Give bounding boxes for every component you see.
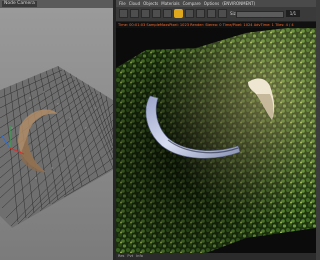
viewport-camera-label[interactable]: Node Camera bbox=[2, 1, 37, 7]
menu-compare[interactable]: Compare bbox=[183, 0, 201, 7]
foliage-terrain bbox=[116, 28, 316, 253]
tab-pvt[interactable]: Pvt bbox=[127, 253, 133, 260]
menu-cloud[interactable]: Cloud bbox=[129, 0, 140, 7]
play-button[interactable] bbox=[119, 9, 128, 18]
menu-objects[interactable]: Objects bbox=[143, 0, 158, 7]
render-window: File Cloud Objects Materials Compare Opt… bbox=[116, 0, 316, 260]
menu-file[interactable]: File bbox=[119, 0, 126, 7]
menu-environment[interactable]: (ENVIRONMENT) bbox=[222, 0, 255, 7]
render-toolbar: Size 1/1 bbox=[116, 7, 316, 22]
menu-options[interactable]: Options bbox=[204, 0, 219, 7]
pause-button[interactable] bbox=[141, 9, 150, 18]
settings-button[interactable] bbox=[207, 9, 216, 18]
tab-res[interactable]: Res bbox=[118, 253, 124, 260]
tab-info[interactable]: Info bbox=[136, 253, 143, 260]
restart-button[interactable] bbox=[130, 9, 139, 18]
region-button[interactable] bbox=[185, 9, 194, 18]
render-bottom-tabs: Res Pvt Info bbox=[116, 253, 316, 260]
lock-icon[interactable] bbox=[174, 9, 183, 18]
viewport-panel[interactable]: Node Camera bbox=[0, 0, 113, 260]
clay-mode-button[interactable] bbox=[196, 9, 205, 18]
size-slider[interactable] bbox=[236, 11, 284, 18]
save-button[interactable] bbox=[218, 9, 227, 18]
menu-materials[interactable]: Materials bbox=[161, 0, 179, 7]
render-output[interactable] bbox=[116, 28, 316, 253]
render-menubar: File Cloud Objects Materials Compare Opt… bbox=[116, 0, 316, 7]
zoom-field[interactable]: 1/1 bbox=[286, 10, 300, 17]
stop-button[interactable] bbox=[152, 9, 161, 18]
pick-focus-button[interactable] bbox=[163, 9, 172, 18]
viewport-scene[interactable] bbox=[0, 8, 113, 260]
